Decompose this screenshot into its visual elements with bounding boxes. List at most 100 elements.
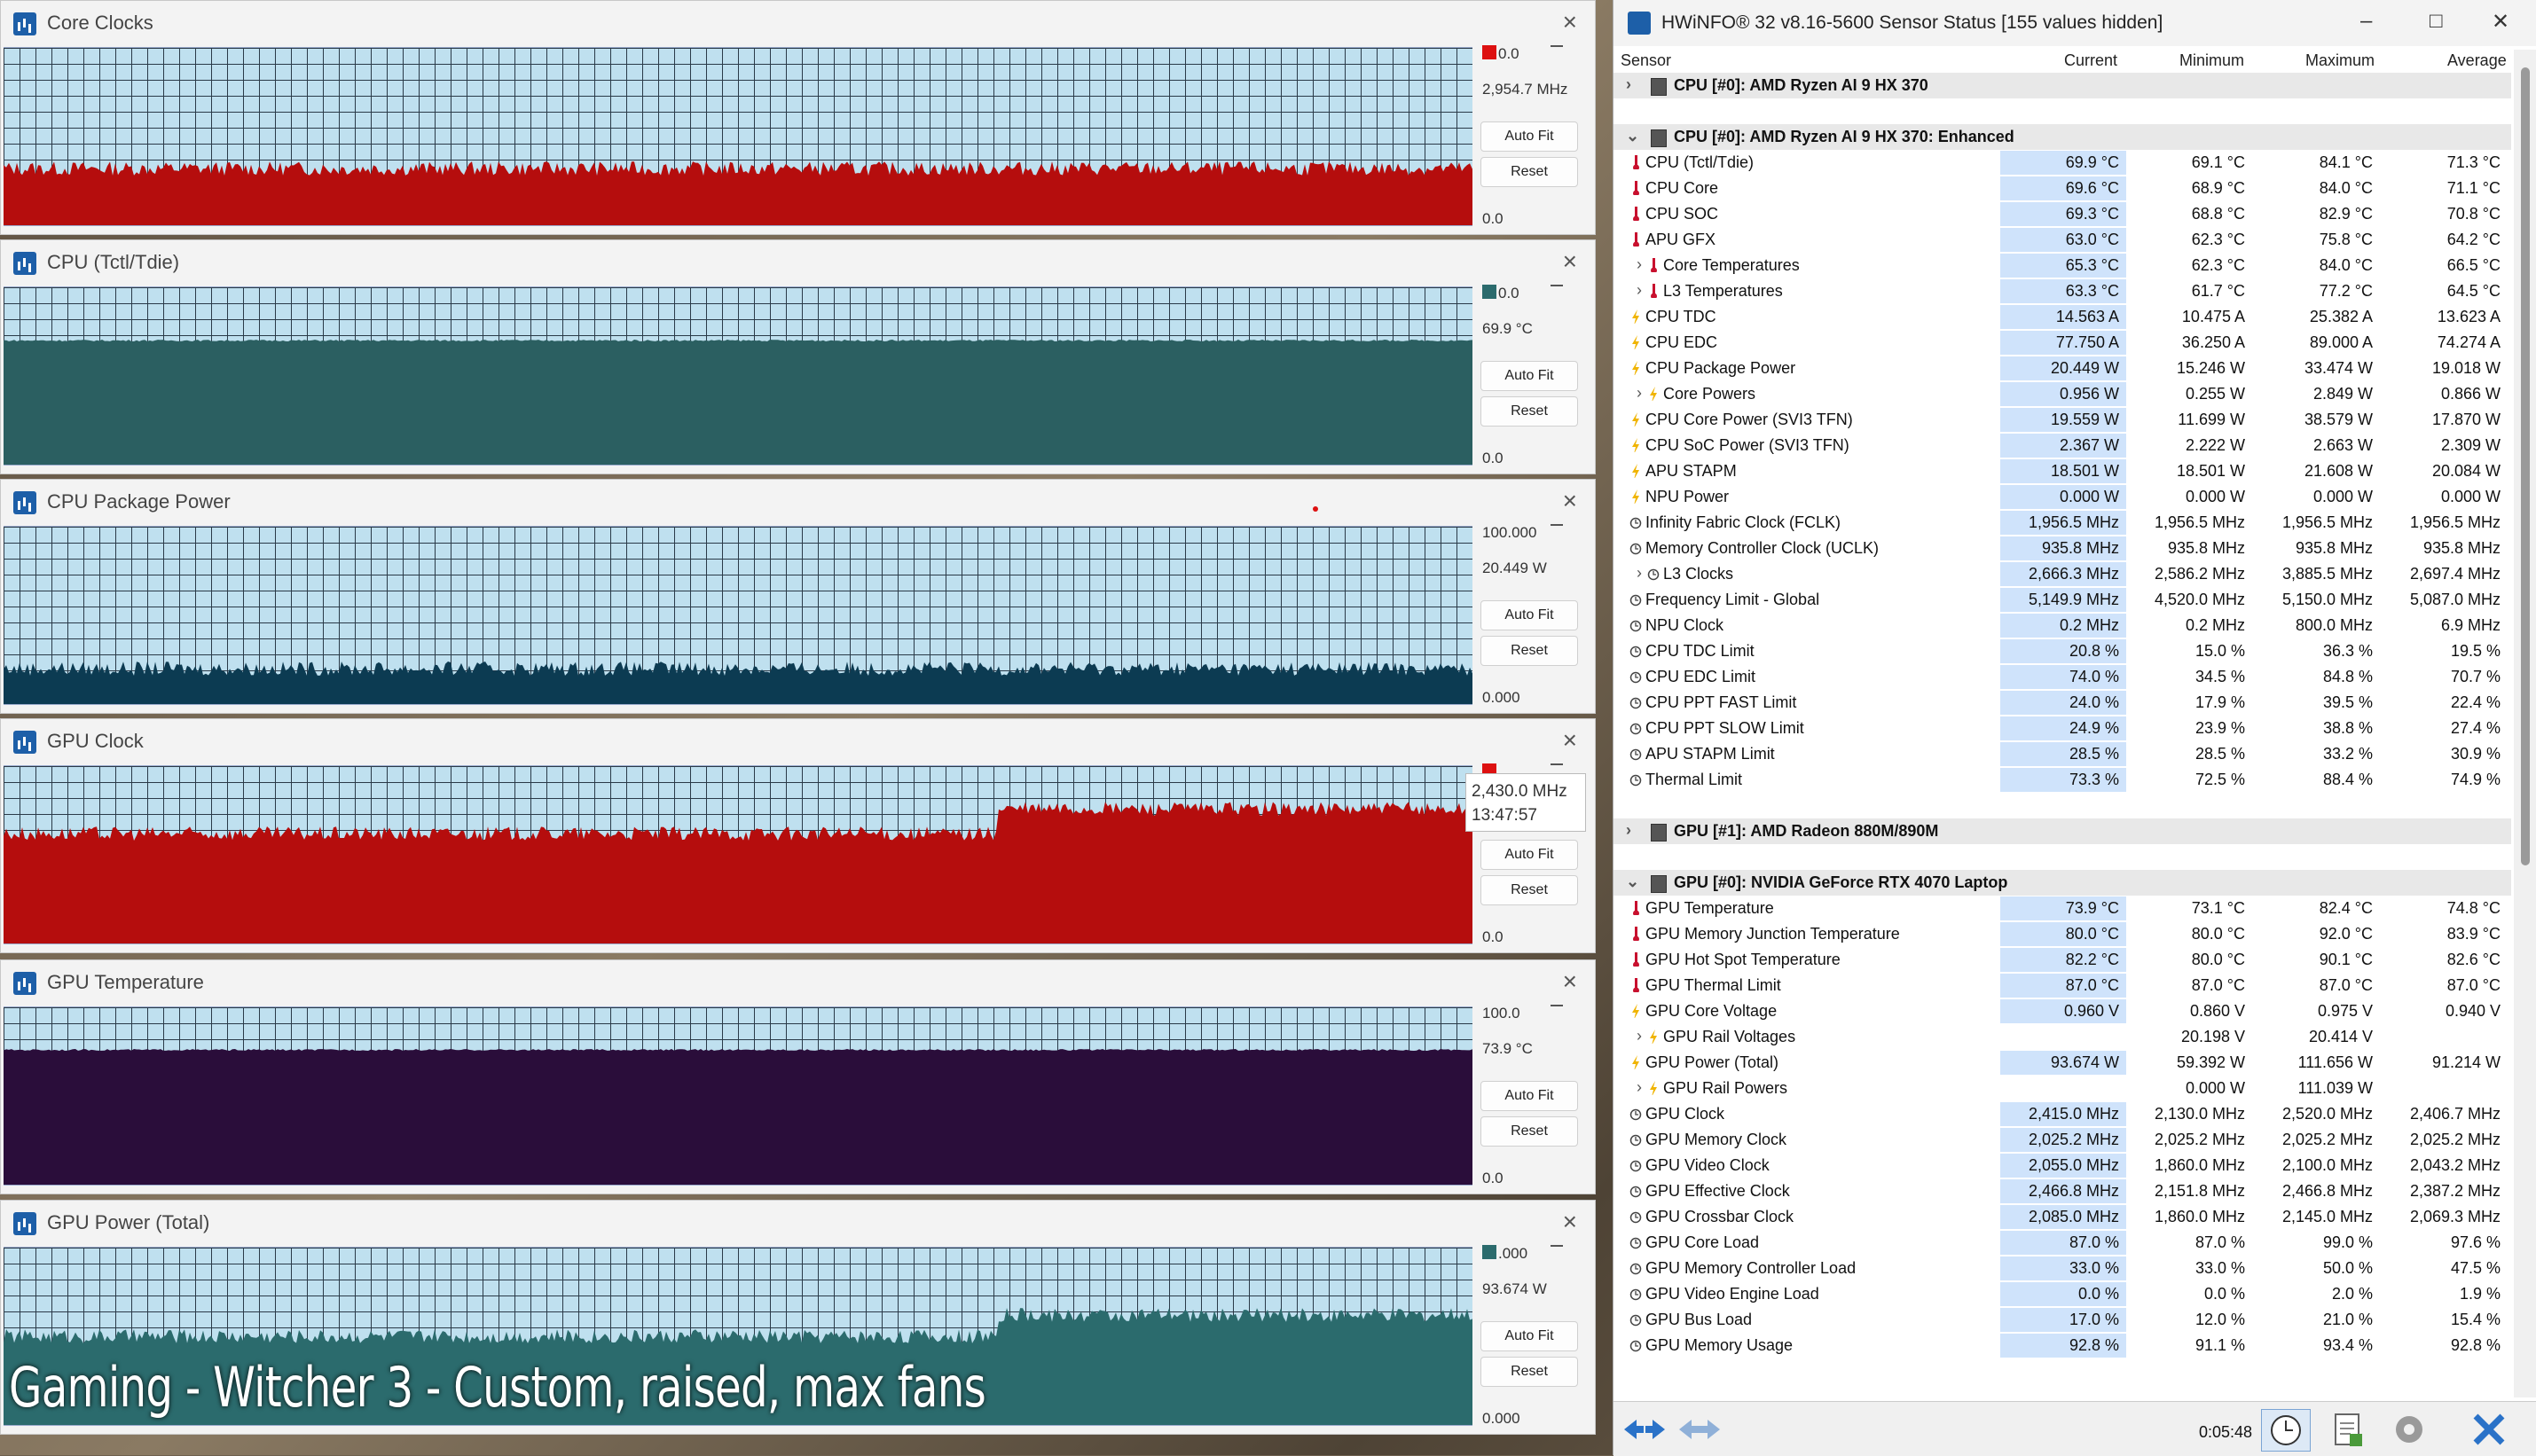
col-sensor[interactable]: Sensor	[1621, 51, 1671, 70]
sensor-row[interactable]: GPU Effective Clock 2,466.8 MHz 2,151.8 …	[1613, 1178, 2511, 1204]
close-icon[interactable]: ×	[1563, 8, 1577, 36]
sensor-row[interactable]: NPU Clock 0.2 MHz 0.2 MHz 800.0 MHz 6.9 …	[1613, 613, 2511, 638]
sensor-row[interactable]: CPU Core Power (SVI3 TFN) 19.559 W 11.69…	[1613, 407, 2511, 433]
sensor-row[interactable]: GPU Crossbar Clock 2,085.0 MHz 1,860.0 M…	[1613, 1204, 2511, 1230]
sensor-group[interactable]: › CPU [#0]: AMD Ryzen AI 9 HX 370	[1613, 73, 2511, 98]
sensor-row[interactable]: GPU Memory Controller Load 33.0 % 33.0 %…	[1613, 1256, 2511, 1281]
sensor-row[interactable]: Frequency Limit - Global 5,149.9 MHz 4,5…	[1613, 587, 2511, 613]
chevron-right-icon[interactable]: ›	[1637, 281, 1642, 300]
color-swatch[interactable]	[1482, 285, 1496, 299]
chevron-down-icon[interactable]: ⌄	[1626, 127, 1639, 145]
sensor-row[interactable]: CPU Core 69.6 °C 68.9 °C 84.0 °C 71.1 °C	[1613, 176, 2511, 201]
sensor-row[interactable]: APU STAPM Limit 28.5 % 28.5 % 33.2 % 30.…	[1613, 741, 2511, 767]
maximum-value: 88.4 %	[2322, 771, 2373, 788]
sensor-row[interactable]: › Core Powers 0.956 W 0.255 W 2.849 W 0.…	[1613, 381, 2511, 407]
sensor-row[interactable]: GPU Clock 2,415.0 MHz 2,130.0 MHz 2,520.…	[1613, 1101, 2511, 1127]
sensor-row[interactable]: APU STAPM 18.501 W 18.501 W 21.608 W 20.…	[1613, 458, 2511, 484]
sensor-row[interactable]: CPU EDC Limit 74.0 % 34.5 % 84.8 % 70.7 …	[1613, 664, 2511, 690]
sensor-row[interactable]: GPU Video Engine Load 0.0 % 0.0 % 2.0 % …	[1613, 1281, 2511, 1307]
chevron-right-icon[interactable]: ›	[1637, 384, 1642, 403]
sensor-row[interactable]: Memory Controller Clock (UCLK) 935.8 MHz…	[1613, 536, 2511, 561]
chevron-right-icon[interactable]: ›	[1637, 255, 1642, 274]
auto-fit-button[interactable]: Auto Fit	[1480, 361, 1578, 391]
reset-button[interactable]: Reset	[1480, 1357, 1578, 1387]
sensor-row[interactable]: GPU Hot Spot Temperature 82.2 °C 80.0 °C…	[1613, 947, 2511, 973]
reset-button[interactable]: Reset	[1480, 1116, 1578, 1147]
settings-gear-icon[interactable]	[2385, 1409, 2433, 1450]
maximize-icon[interactable]: □	[2430, 9, 2443, 34]
sensor-row[interactable]: GPU Power (Total) 93.674 W 59.392 W 111.…	[1613, 1050, 2511, 1076]
sensor-row[interactable]: GPU Memory Junction Temperature 80.0 °C …	[1613, 921, 2511, 947]
sensor-row[interactable]: CPU PPT SLOW Limit 24.9 % 23.9 % 38.8 % …	[1613, 716, 2511, 741]
sensor-group[interactable]: ⌄ CPU [#0]: AMD Ryzen AI 9 HX 370: Enhan…	[1613, 124, 2511, 150]
sensor-row[interactable]: Thermal Limit 73.3 % 72.5 % 88.4 % 74.9 …	[1613, 767, 2511, 793]
sensor-row[interactable]: GPU Core Voltage 0.960 V 0.860 V 0.975 V…	[1613, 998, 2511, 1024]
sensor-row[interactable]: GPU Temperature 73.9 °C 73.1 °C 82.4 °C …	[1613, 896, 2511, 921]
sensor-group[interactable]: ⌄ GPU [#0]: NVIDIA GeForce RTX 4070 Lapt…	[1613, 870, 2511, 896]
close-icon[interactable]: ×	[1563, 967, 1577, 996]
sensor-row[interactable]: CPU Package Power 20.449 W 15.246 W 33.4…	[1613, 356, 2511, 381]
sensor-row[interactable]: › L3 Clocks 2,666.3 MHz 2,586.2 MHz 3,88…	[1613, 561, 2511, 587]
current-value: 20.449 W	[2050, 359, 2119, 377]
close-icon[interactable]: ×	[1563, 726, 1577, 755]
chevron-right-icon[interactable]: ›	[1637, 564, 1642, 583]
report-icon[interactable]	[2323, 1409, 2371, 1450]
sensor-row[interactable]: GPU Bus Load 17.0 % 12.0 % 21.0 % 15.4 %	[1613, 1307, 2511, 1333]
sensor-row[interactable]: GPU Video Clock 2,055.0 MHz 1,860.0 MHz …	[1613, 1153, 2511, 1178]
chevron-down-icon[interactable]: ⌄	[1626, 873, 1639, 891]
clock-icon	[1629, 774, 1642, 787]
col-maximum[interactable]: Maximum	[2305, 51, 2375, 70]
sensor-row[interactable]: GPU Memory Clock 2,025.2 MHz 2,025.2 MHz…	[1613, 1127, 2511, 1153]
sensor-row[interactable]: › GPU Rail Powers 0.000 W 111.039 W	[1613, 1076, 2511, 1101]
scrollbar-thumb[interactable]	[2521, 67, 2530, 865]
sensor-row[interactable]: CPU TDC Limit 20.8 % 15.0 % 36.3 % 19.5 …	[1613, 638, 2511, 664]
sensor-row[interactable]: NPU Power 0.000 W 0.000 W 0.000 W 0.000 …	[1613, 484, 2511, 510]
close-icon[interactable]: ✕	[2492, 9, 2509, 35]
auto-fit-button[interactable]: Auto Fit	[1480, 600, 1578, 630]
sensor-row[interactable]: CPU SOC 69.3 °C 68.8 °C 82.9 °C 70.8 °C	[1613, 201, 2511, 227]
minimize-icon[interactable]: –	[2360, 9, 2372, 34]
auto-fit-button[interactable]: Auto Fit	[1480, 1081, 1578, 1111]
col-current[interactable]: Current	[2064, 51, 2117, 70]
sensor-row[interactable]: CPU (Tctl/Tdie) 69.9 °C 69.1 °C 84.1 °C …	[1613, 150, 2511, 176]
auto-fit-button[interactable]: Auto Fit	[1480, 1321, 1578, 1351]
color-swatch[interactable]	[1482, 1245, 1496, 1259]
reset-button[interactable]: Reset	[1480, 875, 1578, 905]
sensor-row[interactable]: GPU Memory Usage 92.8 % 91.1 % 93.4 % 92…	[1613, 1333, 2511, 1358]
sensor-row[interactable]: › GPU Rail Voltages 20.198 V 20.414 V	[1613, 1024, 2511, 1050]
sensor-group[interactable]: › GPU [#1]: AMD Radeon 880M/890M	[1613, 818, 2511, 844]
close-icon[interactable]: ×	[1563, 1208, 1577, 1236]
sensor-row[interactable]: GPU Core Load 87.0 % 87.0 % 99.0 % 97.6 …	[1613, 1230, 2511, 1256]
sensor-row[interactable]: Infinity Fabric Clock (FCLK) 1,956.5 MHz…	[1613, 510, 2511, 536]
col-average[interactable]: Average	[2447, 51, 2507, 70]
arrows-collapse-icon[interactable]	[1676, 1409, 1723, 1450]
chevron-right-icon[interactable]: ›	[1637, 1027, 1642, 1045]
close-icon[interactable]: ×	[1563, 247, 1577, 276]
exit-icon[interactable]	[2465, 1409, 2513, 1450]
graph-series-area	[4, 802, 1472, 943]
sensor-row[interactable]: CPU SoC Power (SVI3 TFN) 2.367 W 2.222 W…	[1613, 433, 2511, 458]
sensor-row[interactable]: › Core Temperatures 65.3 °C 62.3 °C 84.0…	[1613, 253, 2511, 278]
chevron-right-icon[interactable]: ›	[1637, 1078, 1642, 1097]
col-minimum[interactable]: Minimum	[2179, 51, 2244, 70]
sensor-row[interactable]: APU GFX 63.0 °C 62.3 °C 75.8 °C 64.2 °C	[1613, 227, 2511, 253]
reset-button[interactable]: Reset	[1480, 636, 1578, 666]
reset-button[interactable]: Reset	[1480, 157, 1578, 187]
color-swatch[interactable]	[1482, 45, 1496, 59]
clock-icon[interactable]	[2261, 1409, 2311, 1452]
average-value: 2,069.3 MHz	[2409, 1208, 2501, 1225]
arrows-lr-icon[interactable]	[1621, 1409, 1668, 1450]
auto-fit-button[interactable]: Auto Fit	[1480, 121, 1578, 152]
chevron-right-icon[interactable]: ›	[1626, 821, 1631, 840]
chevron-right-icon[interactable]: ›	[1626, 75, 1631, 94]
current-value: 24.0 %	[2069, 693, 2119, 711]
scrollbar[interactable]	[2514, 50, 2536, 1397]
sensor-row[interactable]: › L3 Temperatures 63.3 °C 61.7 °C 77.2 °…	[1613, 278, 2511, 304]
auto-fit-button[interactable]: Auto Fit	[1480, 840, 1578, 870]
sensor-row[interactable]: CPU EDC 77.750 A 36.250 A 89.000 A 74.27…	[1613, 330, 2511, 356]
sensor-row[interactable]: GPU Thermal Limit 87.0 °C 87.0 °C 87.0 °…	[1613, 973, 2511, 998]
reset-button[interactable]: Reset	[1480, 396, 1578, 427]
sensor-row[interactable]: CPU TDC 14.563 A 10.475 A 25.382 A 13.62…	[1613, 304, 2511, 330]
sensor-row[interactable]: CPU PPT FAST Limit 24.0 % 17.9 % 39.5 % …	[1613, 690, 2511, 716]
close-icon[interactable]: ×	[1563, 487, 1577, 515]
